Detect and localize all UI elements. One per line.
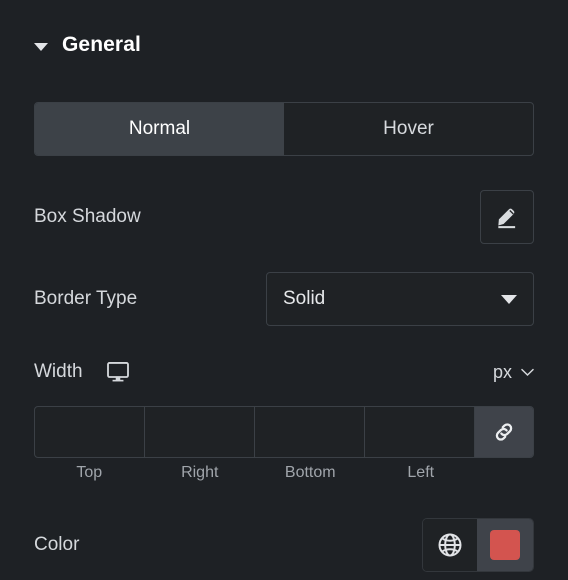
tab-normal-label: Normal xyxy=(128,118,191,139)
globe-icon xyxy=(438,533,462,557)
desktop-monitor-icon xyxy=(106,362,129,382)
width-dimension-labels: Top Right Bottom Left xyxy=(34,464,534,482)
row-box-shadow: Box Shadow xyxy=(34,188,534,246)
caret-down-icon[interactable] xyxy=(34,42,48,51)
width-input-left[interactable] xyxy=(365,407,475,457)
width-link-values-button[interactable] xyxy=(475,407,533,457)
row-width: Width px xyxy=(34,352,534,392)
general-settings-panel: General Normal Hover Box Shadow Border T… xyxy=(0,0,568,580)
box-shadow-edit-button[interactable] xyxy=(480,190,534,244)
caret-down-icon xyxy=(501,294,517,304)
width-input-bottom[interactable] xyxy=(255,407,365,457)
pencil-edit-icon xyxy=(498,208,516,229)
width-label: Width xyxy=(34,361,83,382)
width-dimension-inputs xyxy=(34,406,534,458)
responsive-device-toggle[interactable] xyxy=(106,362,129,382)
section-header-general[interactable]: General xyxy=(0,0,568,62)
border-type-value: Solid xyxy=(283,288,326,309)
width-unit-value: px xyxy=(492,361,512,382)
box-shadow-label: Box Shadow xyxy=(34,206,141,227)
chevron-down-icon xyxy=(521,368,534,376)
tab-hover[interactable]: Hover xyxy=(284,103,533,155)
color-swatch-button[interactable] xyxy=(477,519,533,571)
state-tabs: Normal Hover xyxy=(34,102,534,156)
color-swatch xyxy=(490,530,520,560)
tab-normal[interactable]: Normal xyxy=(35,103,284,155)
link-chain-icon xyxy=(495,423,513,441)
color-label: Color xyxy=(34,534,80,555)
width-label-bottom: Bottom xyxy=(284,464,336,481)
border-type-select[interactable]: Solid xyxy=(266,272,534,326)
width-input-right[interactable] xyxy=(145,407,255,457)
width-input-top[interactable] xyxy=(35,407,145,457)
width-label-left: Left xyxy=(407,464,435,481)
width-unit-selector[interactable]: px xyxy=(493,362,534,383)
width-label-right: Right xyxy=(181,464,219,481)
page-title: General xyxy=(62,33,141,56)
color-global-button[interactable] xyxy=(423,519,477,571)
width-label-top: Top xyxy=(76,464,103,481)
row-border-type: Border Type Solid xyxy=(34,272,534,326)
border-type-label: Border Type xyxy=(34,288,138,309)
tab-hover-label: Hover xyxy=(383,118,434,139)
color-control xyxy=(422,518,534,572)
row-color: Color xyxy=(34,518,534,572)
